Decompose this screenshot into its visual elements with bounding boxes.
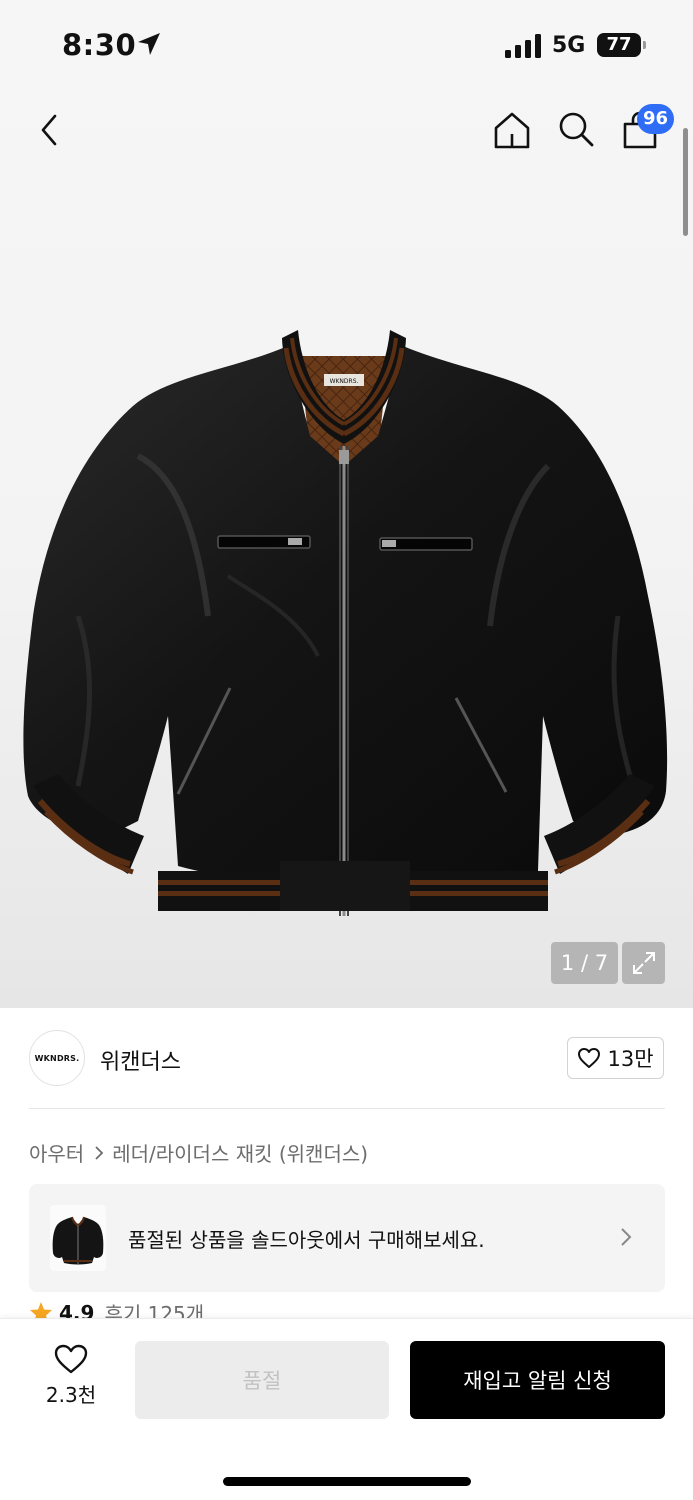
brand-name[interactable]: 위캔더스 bbox=[100, 1044, 181, 1076]
brand-like-count: 13만 bbox=[607, 1047, 654, 1071]
heart-icon bbox=[54, 1344, 88, 1374]
wishlist-button[interactable]: 2.3천 bbox=[28, 1343, 114, 1419]
home-indicator bbox=[223, 1477, 471, 1486]
breadcrumb: 아우터 레더/라이더스 재킷 (위캔더스) bbox=[29, 1138, 368, 1167]
breadcrumb-item-category[interactable]: 레더/라이더스 재킷 (위캔더스) bbox=[112, 1138, 368, 1167]
soldout-button[interactable]: 품절 bbox=[135, 1341, 389, 1419]
cart-count-badge: 96 bbox=[637, 104, 674, 134]
home-icon bbox=[494, 112, 530, 149]
restock-alert-button[interactable]: 재입고 알림 신청 bbox=[410, 1341, 665, 1419]
location-arrow-icon bbox=[138, 33, 160, 55]
battery-icon: 77 bbox=[597, 33, 647, 59]
back-chevron-icon bbox=[41, 114, 57, 146]
bottom-action-bar: 2.3천 품절 재입고 알림 신청 bbox=[0, 1318, 693, 1500]
expand-icon bbox=[632, 952, 655, 974]
heart-icon bbox=[578, 1048, 601, 1068]
product-jacket-image: WKNDRS. bbox=[23, 330, 668, 916]
expand-image-button[interactable] bbox=[622, 942, 665, 984]
brand-like-button[interactable]: 13만 bbox=[567, 1037, 664, 1079]
search-button[interactable] bbox=[553, 106, 599, 152]
image-page-counter: 1 / 7 bbox=[551, 942, 618, 984]
chevron-right-icon bbox=[94, 1145, 104, 1161]
battery-level: 77 bbox=[606, 34, 632, 55]
scroll-indicator bbox=[683, 128, 688, 236]
back-button[interactable] bbox=[28, 108, 72, 152]
status-bar: 8:30 5G 77 bbox=[0, 0, 693, 92]
search-icon bbox=[559, 112, 594, 147]
chevron-right-icon bbox=[621, 1228, 632, 1246]
jacket-tag-text: WKNDRS. bbox=[330, 378, 359, 385]
breadcrumb-item-outer[interactable]: 아우터 bbox=[29, 1138, 84, 1167]
soldout-banner[interactable]: 품절된 상품을 솔드아웃에서 구매해보세요. bbox=[29, 1184, 665, 1292]
network-label: 5G bbox=[552, 33, 586, 58]
divider bbox=[29, 1108, 665, 1109]
soldout-banner-text: 품절된 상품을 솔드아웃에서 구매해보세요. bbox=[128, 1228, 485, 1252]
brand-logo[interactable]: WKNDRS. bbox=[29, 1030, 85, 1086]
signal-icon bbox=[505, 34, 541, 58]
home-button[interactable] bbox=[488, 106, 536, 154]
status-time: 8:30 bbox=[62, 28, 137, 62]
brand-row[interactable]: WKNDRS. 위캔더스 13만 bbox=[0, 1008, 693, 1108]
banner-product-thumbnail bbox=[50, 1205, 106, 1271]
wishlist-count: 2.3천 bbox=[45, 1383, 97, 1407]
